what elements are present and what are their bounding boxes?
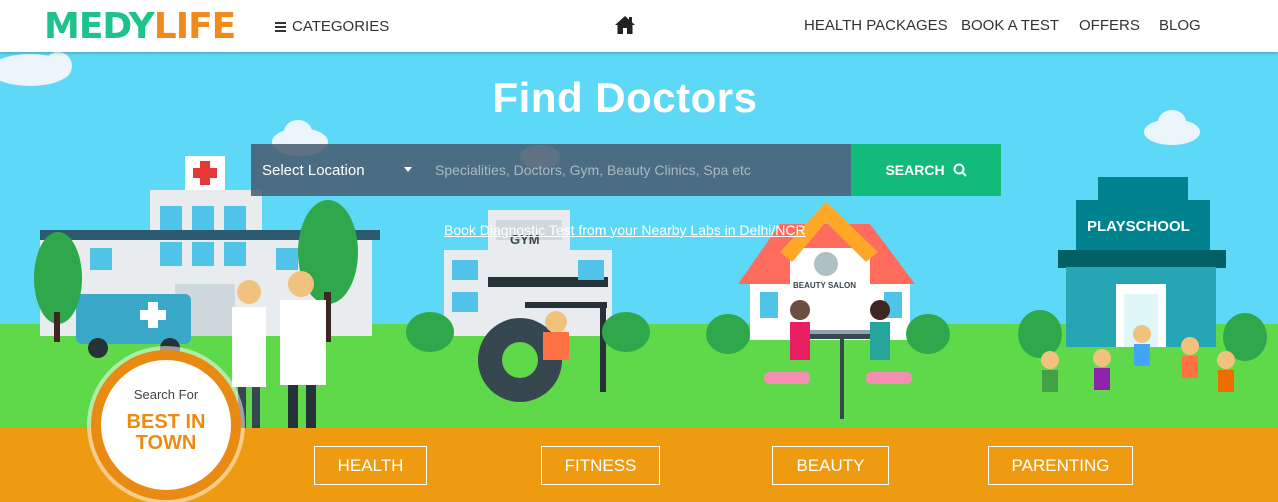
playschool-illustration [1018,177,1267,392]
search-bar: Select Location SEARCH [251,144,1001,196]
category-health-button[interactable]: HEALTH [314,446,427,485]
nav-blog[interactable]: BLOG [1159,17,1201,34]
category-parenting-button[interactable]: PARENTING [988,446,1133,485]
category-fitness-button[interactable]: FITNESS [541,446,660,485]
search-button-label: SEARCH [885,162,945,178]
logo-text-medy: MEDY [44,6,155,47]
categories-menu[interactable]: CATEGORIES [275,18,389,35]
book-diagnostic-link[interactable]: Book Diagnostic Test from your Nearby La… [444,222,806,238]
playschool-sign: PLAYSCHOOL [1087,218,1190,235]
chevron-down-icon [404,167,412,172]
nav-offers[interactable]: OFFERS [1079,17,1140,34]
category-beauty-button[interactable]: BEAUTY [772,446,889,485]
search-button[interactable]: SEARCH [851,144,1001,196]
badge-search-for: Search For [133,386,199,402]
home-icon[interactable] [614,15,636,35]
page-title: Find Doctors [492,74,758,121]
location-select-label: Select Location [262,161,365,179]
categories-label: CATEGORIES [292,18,390,35]
nav-health-packages[interactable]: HEALTH PACKAGES [804,17,948,34]
best-in-town-badge: Search For BEST IN TOWN [91,350,241,500]
badge-best-in: BEST IN [126,410,206,433]
search-icon [953,163,967,177]
location-select[interactable]: Select Location [251,144,421,196]
search-input[interactable] [421,144,851,196]
nav-book-a-test[interactable]: BOOK A TEST [961,17,1059,34]
brand-logo[interactable]: MEDYLIFE [44,6,237,47]
site-header: MEDYLIFE CATEGORIES HEALTH PACKAGES BOOK… [0,0,1278,52]
badge-town: TOWN [135,431,197,454]
salon-sign: BEAUTY SALON [793,281,856,290]
logo-text-life: LIFE [153,6,237,47]
hamburger-icon [275,21,286,32]
